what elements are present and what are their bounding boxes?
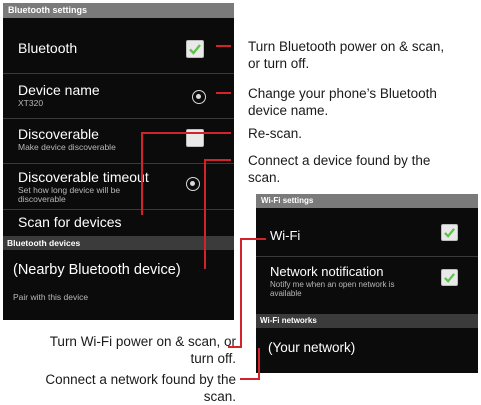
connect-device-callout: Connect a device found by the [248, 153, 431, 168]
bluetooth-power-callout: Turn Bluetooth power on & scan, [248, 39, 445, 54]
discoverable-row[interactable]: Discoverable Make device discoverable [3, 119, 234, 162]
network-label: (Your network) [268, 340, 356, 355]
device-name-value: XT320 [18, 98, 44, 108]
network-notification-row[interactable]: Network notification Notify me when an o… [256, 257, 478, 312]
connect-network-callout: scan. [203, 389, 236, 404]
wifi-settings-screen: Wi-Fi settings Wi-Fi Network notificatio… [256, 194, 478, 373]
wifi-networks-header: Wi-Fi networks [256, 314, 478, 328]
bluetooth-settings-title: Bluetooth settings [3, 3, 234, 18]
bluetooth-power-callout: or turn off. [248, 56, 310, 71]
connect-network-callout-leader [258, 348, 260, 380]
connect-device-callout: scan. [248, 170, 281, 185]
discoverable-summary: Make device discoverable [18, 142, 116, 152]
wifi-power-callout-leader [240, 238, 266, 240]
rescan-callout-leader [141, 132, 231, 134]
checkmark-icon [444, 228, 456, 238]
device-name-row[interactable]: Device name XT320 [3, 74, 234, 117]
discoverable-timeout-row[interactable]: Discoverable timeout Set how long device… [3, 164, 234, 209]
device-name-callout-leader [216, 92, 231, 94]
bluetooth-label: Bluetooth [18, 40, 78, 56]
nearby-device-label: (Nearby Bluetooth device) [13, 262, 181, 278]
discoverable-timeout-summary-line2: discoverable [18, 194, 66, 204]
scan-for-devices-label: Scan for devices [18, 214, 122, 230]
connect-device-callout-leader [204, 159, 231, 161]
checkmark-icon [189, 44, 201, 55]
scan-for-devices-row[interactable]: Scan for devices [3, 210, 234, 236]
wifi-power-callout: Turn Wi-Fi power on & scan, or [49, 334, 236, 349]
connect-network-callout: Connect a network found by the [45, 372, 236, 387]
device-name-callout: Change your phone’s Bluetooth [248, 86, 437, 101]
chevron-down-icon[interactable] [192, 90, 206, 104]
network-notification-label: Network notification [270, 264, 384, 279]
network-notification-summary-line2: available [270, 289, 302, 298]
nearby-device-summary: Pair with this device [13, 292, 89, 302]
network-notification-checkbox[interactable] [441, 269, 458, 286]
bluetooth-settings-screen: Bluetooth settings Bluetooth Device name… [3, 3, 234, 320]
discoverable-timeout-label: Discoverable timeout [18, 169, 149, 185]
rescan-callout: Re-scan. [248, 126, 303, 141]
connect-device-callout-leader [204, 159, 206, 269]
wifi-checkbox[interactable] [441, 224, 458, 241]
device-name-label: Device name [18, 82, 100, 98]
wifi-label: Wi-Fi [270, 228, 301, 243]
bluetooth-toggle-row[interactable]: Bluetooth [3, 18, 234, 72]
chevron-down-icon[interactable] [186, 177, 200, 191]
bluetooth-checkbox[interactable] [186, 40, 204, 58]
wifi-toggle-row[interactable]: Wi-Fi [256, 208, 478, 256]
wifi-power-callout-leader [240, 238, 242, 348]
discoverable-label: Discoverable [18, 126, 99, 142]
nearby-device-row[interactable]: (Nearby Bluetooth device) Pair with this… [3, 250, 234, 310]
bluetooth-devices-header: Bluetooth devices [3, 236, 234, 250]
checkmark-icon [444, 273, 456, 283]
wifi-settings-title: Wi-Fi settings [256, 194, 478, 208]
network-row[interactable]: (Your network) [256, 328, 478, 373]
device-name-callout: device name. [248, 103, 329, 118]
wifi-power-callout: turn off. [190, 351, 236, 366]
rescan-callout-leader [141, 132, 143, 215]
connect-network-callout-leader [240, 378, 260, 380]
network-notification-summary-line1: Notify me when an open network is [270, 280, 395, 289]
bluetooth-callout-leader [216, 45, 231, 47]
